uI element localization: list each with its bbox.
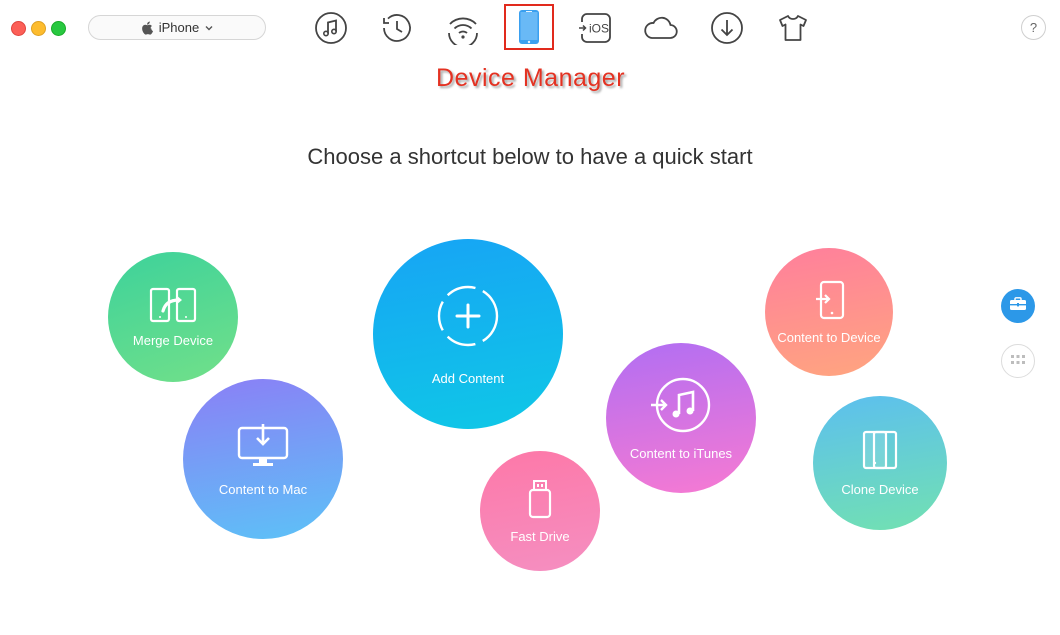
content-to-device-button[interactable]: Content to Device [765,248,893,376]
music-icon [314,11,348,45]
monitor-download-icon [236,422,290,468]
help-label: ? [1029,20,1038,35]
clone-device-button[interactable]: Clone Device [813,396,947,530]
apple-icon [141,21,153,35]
content-to-mac-label: Content to Mac [218,481,308,497]
content-to-mac-button[interactable]: Content to Mac [183,379,343,539]
toolbar-download-button[interactable] [706,8,748,48]
to-ios-icon: iOS [577,11,613,45]
download-icon [710,11,744,45]
merge-device-button[interactable]: Merge Device [108,252,238,382]
toolbar-cloud-button[interactable] [640,8,682,48]
add-content-button[interactable]: Add Content [373,239,563,429]
help-button[interactable]: ? [1021,15,1046,40]
add-content-label: Add Content [431,370,505,386]
toolbar-music-button[interactable] [310,8,352,48]
device-icon [518,9,540,45]
cloud-icon [642,12,680,44]
chevron-down-icon [205,25,213,31]
content-to-itunes-button[interactable]: Content to iTunes [606,343,756,493]
clone-icon [862,430,898,470]
window-minimize-button[interactable] [31,21,46,36]
device-manager-annotation: Device Manager [436,64,626,92]
page-headline: Choose a shortcut below to have a quick … [307,144,753,169]
phone-import-icon [812,280,846,320]
toolbar-to-ios-button[interactable]: iOS [574,8,616,48]
wifi-sync-icon [445,11,481,45]
svg-text:iOS: iOS [589,22,609,36]
content-to-device-label: Content to Device [777,329,881,345]
content-to-itunes-label: Content to iTunes [629,445,733,461]
device-selector[interactable]: iPhone [88,15,266,40]
merge-device-label: Merge Device [132,332,214,348]
toolbar-theme-button[interactable] [772,8,814,48]
toolkit-button[interactable] [1001,289,1035,323]
merge-icon [149,287,197,323]
toolbox-icon [1009,296,1027,316]
fast-drive-button[interactable]: Fast Drive [480,451,600,571]
history-icon [378,11,414,45]
window-close-button[interactable] [11,21,26,36]
itunes-icon [649,376,713,434]
usb-drive-icon [527,479,553,519]
device-name: iPhone [158,20,200,35]
toolbar-wifi-button[interactable] [442,8,484,48]
grid-view-button[interactable] [1001,344,1035,378]
shirt-icon [777,12,809,44]
plus-icon [435,283,501,349]
grid-icon [1011,352,1025,370]
window-maximize-button[interactable] [51,21,66,36]
toolbar-device-manager-button[interactable] [504,4,554,50]
fast-drive-label: Fast Drive [510,528,570,544]
toolbar-history-button[interactable] [375,8,417,48]
clone-device-label: Clone Device [841,481,919,497]
